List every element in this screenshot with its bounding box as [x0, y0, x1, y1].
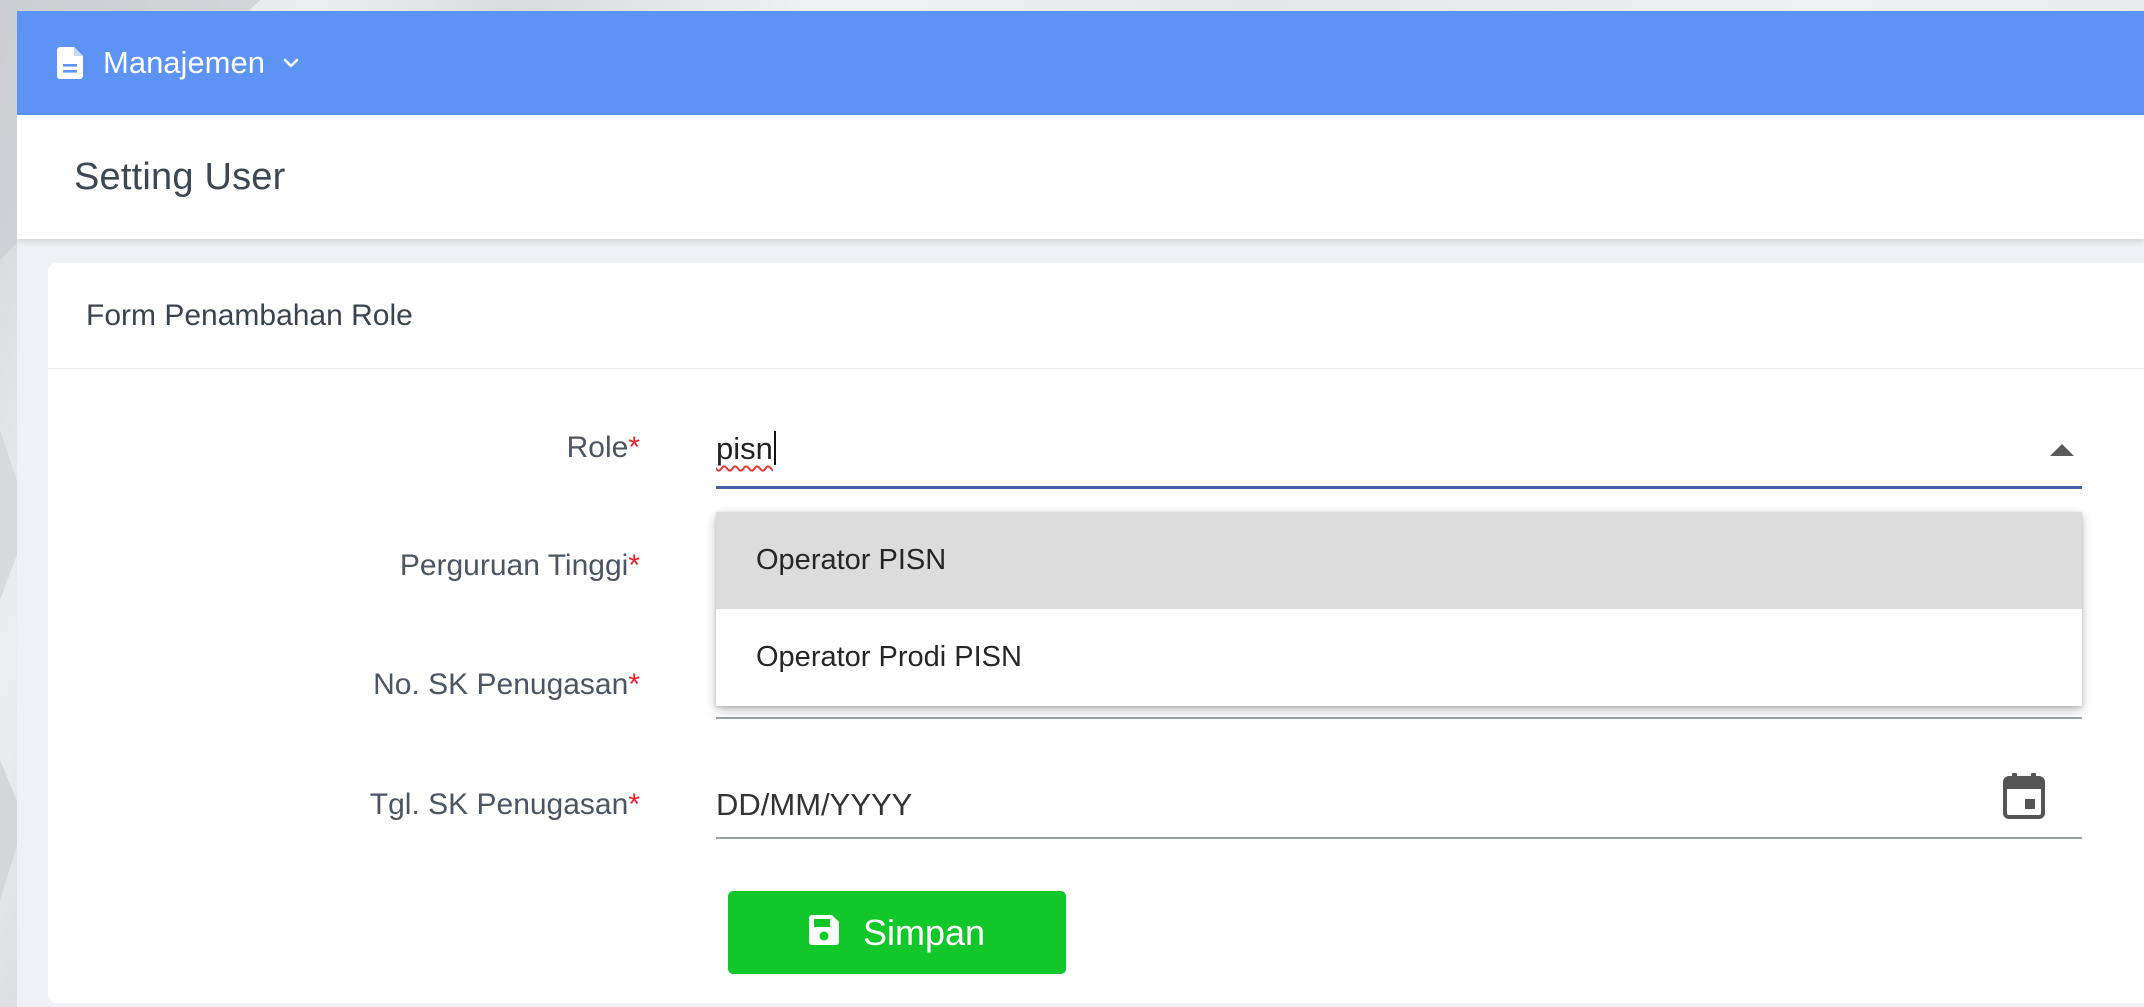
caret-up-icon[interactable]: [2050, 443, 2074, 461]
required-marker: *: [628, 549, 640, 582]
role-label-text: Role: [566, 431, 629, 464]
page-title: Setting User: [74, 155, 286, 198]
role-select[interactable]: pisn: [716, 413, 2082, 489]
perguruan-tinggi-label-text: Perguruan Tinggi: [399, 549, 629, 582]
save-icon: [808, 912, 863, 954]
no-sk-label-text: No. SK Penugasan: [373, 668, 629, 701]
role-label: Role*: [567, 431, 640, 465]
role-option-operator-prodi-pisn[interactable]: Operator Prodi PISN: [716, 609, 2082, 706]
form-card: Form Penambahan Role Role* pisn Pergurua…: [48, 263, 2144, 1003]
required-marker: *: [628, 431, 640, 464]
card-header: Form Penambahan Role: [48, 263, 2144, 369]
perguruan-tinggi-label: Perguruan Tinggi*: [400, 549, 640, 583]
manajemen-menu[interactable]: Manajemen: [57, 45, 299, 81]
role-input-value[interactable]: pisn: [716, 431, 776, 467]
form-title: Form Penambahan Role: [86, 298, 413, 332]
document-icon: [57, 47, 83, 79]
calendar-icon[interactable]: [2003, 773, 2045, 824]
chevron-down-icon: [283, 58, 299, 68]
role-option-operator-pisn[interactable]: Operator PISN: [716, 512, 2082, 609]
text-cursor: [773, 431, 776, 465]
save-button-label: Simpan: [862, 911, 986, 953]
save-button[interactable]: Simpan: [728, 891, 1066, 974]
tgl-sk-label: Tgl. SK Penugasan*: [370, 788, 640, 822]
menu-label: Manajemen: [103, 45, 265, 80]
tgl-sk-input[interactable]: DD/MM/YYYY: [716, 763, 2082, 839]
top-navbar: Manajemen: [17, 11, 2144, 115]
role-typed-text: pisn: [716, 431, 773, 466]
tgl-sk-label-text: Tgl. SK Penugasan: [369, 788, 629, 821]
no-sk-label: No. SK Penugasan*: [373, 668, 640, 702]
page-header: Setting User: [17, 115, 2144, 239]
role-dropdown-menu: Operator PISN Operator Prodi PISN: [716, 512, 2082, 706]
required-marker: *: [628, 668, 640, 701]
required-marker: *: [628, 788, 640, 821]
date-placeholder: DD/MM/YYYY: [716, 787, 913, 822]
app-window: Manajemen Setting User Form Penambahan R…: [17, 11, 2144, 1007]
